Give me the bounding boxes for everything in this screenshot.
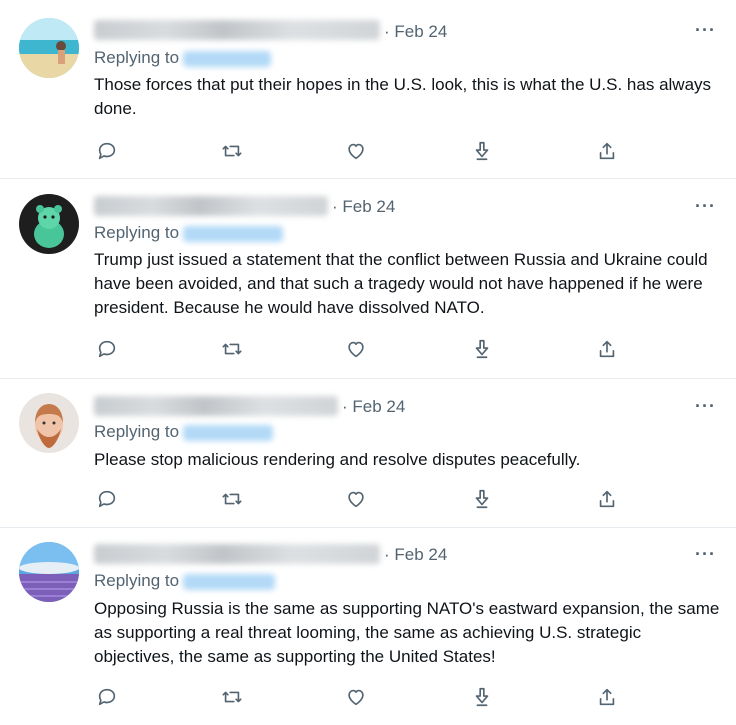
reply-feed: · Feb 24 ··· Replying to Those forces th… (0, 0, 736, 725)
share-icon[interactable] (595, 487, 619, 511)
reply-tweet[interactable]: · Feb 24 ··· Replying to Trump just issu… (0, 179, 736, 378)
display-name-redacted[interactable] (94, 396, 338, 416)
tweet-text: Those forces that put their hopes in the… (94, 75, 712, 118)
replied-handle-redacted[interactable] (183, 50, 272, 67)
tweet-date[interactable]: · Feb 24 (384, 545, 447, 565)
display-name-redacted[interactable] (94, 196, 328, 216)
replying-to: Replying to (94, 422, 274, 442)
share-icon[interactable] (595, 337, 619, 361)
tweet-text: Opposing Russia is the same as supportin… (94, 599, 720, 666)
download-icon[interactable] (470, 337, 494, 361)
action-bar (0, 139, 736, 163)
avatar[interactable] (19, 542, 79, 602)
replied-handle-redacted[interactable] (183, 573, 276, 590)
reply-tweet[interactable]: · Feb 24 ··· Replying to Opposing Russia… (0, 528, 736, 725)
reply-tweet[interactable]: · Feb 24 ··· Replying to Those forces th… (0, 0, 736, 178)
like-icon[interactable] (344, 139, 368, 163)
more-options-icon[interactable]: ··· (695, 196, 716, 217)
download-icon[interactable] (470, 685, 494, 709)
replied-handle-redacted[interactable] (183, 424, 274, 441)
retweet-icon[interactable] (220, 139, 244, 163)
more-options-icon[interactable]: ··· (695, 544, 716, 565)
tweet-text: Trump just issued a statement that the c… (94, 250, 708, 317)
action-bar (0, 685, 736, 709)
display-name-redacted[interactable] (94, 20, 380, 40)
avatar[interactable] (19, 194, 79, 254)
tweet-text: Please stop malicious rendering and reso… (94, 450, 581, 469)
like-icon[interactable] (344, 487, 368, 511)
replied-handle-redacted[interactable] (183, 225, 284, 242)
more-options-icon[interactable]: ··· (695, 20, 716, 41)
replying-to-label: Replying to (94, 571, 180, 590)
tweet-date[interactable]: · Feb 24 (384, 22, 447, 42)
replying-to: Replying to (94, 48, 272, 68)
tweet-date[interactable]: · Feb 24 (342, 397, 405, 417)
avatar[interactable] (19, 18, 79, 78)
download-icon[interactable] (470, 139, 494, 163)
like-icon[interactable] (344, 685, 368, 709)
reply-icon[interactable] (95, 685, 119, 709)
retweet-icon[interactable] (220, 487, 244, 511)
retweet-icon[interactable] (220, 337, 244, 361)
retweet-icon[interactable] (220, 685, 244, 709)
tweet-date[interactable]: · Feb 24 (332, 197, 395, 217)
action-bar (0, 487, 736, 511)
like-icon[interactable] (344, 337, 368, 361)
replying-to: Replying to (94, 571, 276, 591)
avatar[interactable] (19, 393, 79, 453)
reply-icon[interactable] (95, 139, 119, 163)
replying-to-label: Replying to (94, 48, 180, 67)
replying-to-label: Replying to (94, 223, 180, 242)
action-bar (0, 337, 736, 361)
replying-to-label: Replying to (94, 422, 180, 441)
share-icon[interactable] (595, 685, 619, 709)
download-icon[interactable] (470, 487, 494, 511)
replying-to: Replying to (94, 223, 284, 243)
share-icon[interactable] (595, 139, 619, 163)
reply-icon[interactable] (95, 337, 119, 361)
more-options-icon[interactable]: ··· (695, 396, 716, 417)
reply-tweet[interactable]: · Feb 24 ··· Replying to Please stop mal… (0, 379, 736, 527)
display-name-redacted[interactable] (94, 544, 380, 564)
reply-icon[interactable] (95, 487, 119, 511)
